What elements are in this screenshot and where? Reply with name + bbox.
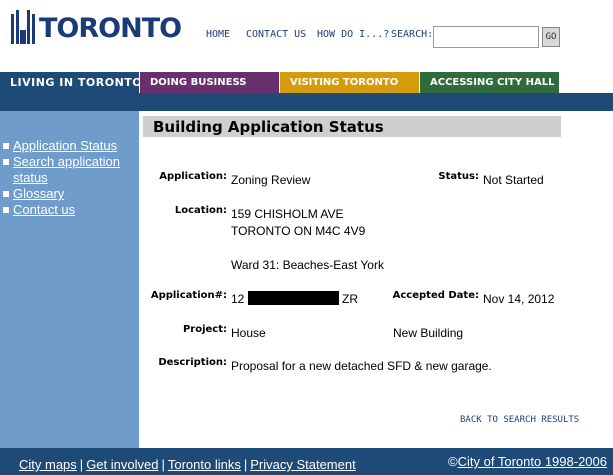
sidebar-item-contact-us: Contact us (3, 202, 139, 218)
description-value: Proposal for a new detached SFD & new ga… (231, 359, 492, 373)
redaction-bar (248, 291, 339, 305)
project-label: Project: (182, 324, 227, 335)
site-header: TORONTO HOME CONTACT US HOW DO I...? SEA… (0, 0, 613, 72)
bullet-icon (3, 143, 9, 149)
city-hall-icon (11, 10, 35, 44)
accepted-date-label: Accepted Date: (392, 290, 479, 301)
status-value: Not Started (483, 173, 544, 187)
application-number-label: Application#: (150, 290, 227, 301)
ward-value: Ward 31: Beaches-East York (231, 258, 384, 272)
application-number-suffix: ZR (342, 292, 358, 306)
sidebar-link[interactable]: Application Status (13, 138, 117, 154)
page-title: Building Application Status (143, 116, 561, 137)
bullet-icon (3, 191, 9, 197)
sidebar-link[interactable]: Search application status (13, 154, 139, 186)
go-button[interactable]: GO (542, 27, 560, 47)
tab-visiting-toronto[interactable]: VISITING TORONTO (280, 72, 419, 93)
footer-link-city-maps[interactable]: City maps (19, 457, 77, 472)
footer-links: City maps | Get involved | Toronto links | Pri… (19, 457, 356, 472)
location-label: Location: (174, 205, 227, 216)
sidebar: Application Status Search application st… (0, 111, 139, 475)
tab-accessing-city-hall[interactable]: ACCESSING CITY HALL (420, 72, 559, 93)
copyright-link[interactable]: City of Toronto 1998-2006 (458, 454, 607, 469)
main-content: Building Application Status Application:… (139, 111, 613, 448)
footer-link-toronto-links[interactable]: Toronto links (168, 457, 241, 472)
nav-how-link[interactable]: HOW DO I...? (317, 29, 389, 40)
sidebar-item-search-status: Search application status (3, 154, 139, 186)
sidebar-item-glossary: Glossary (3, 186, 139, 202)
sidebar-menu: Application Status Search application st… (0, 111, 139, 218)
project-type-value: House (231, 326, 266, 340)
tab-living-in-toronto[interactable]: LIVING IN TORONTO (0, 72, 142, 93)
toronto-logo[interactable]: TORONTO (10, 8, 182, 44)
accepted-date-value: Nov 14, 2012 (483, 292, 555, 306)
site-footer: City maps | Get involved | Toronto links | Pri… (0, 448, 613, 475)
nav-contact-link[interactable]: CONTACT US (246, 29, 306, 40)
description-label: Description: (158, 357, 227, 368)
footer-link-get-involved[interactable]: Get involved (86, 457, 158, 472)
bullet-icon (3, 207, 9, 213)
sidebar-link[interactable]: Glossary (13, 186, 64, 202)
copyright-symbol: © (448, 454, 458, 469)
sidebar-item-application-status: Application Status (3, 138, 139, 154)
separator: | (243, 457, 248, 472)
application-number-prefix: 12 (231, 292, 245, 306)
header-divider-bar (0, 93, 613, 111)
footer-link-privacy-statement[interactable]: Privacy Statement (250, 457, 356, 472)
separator: | (79, 457, 84, 472)
sidebar-link[interactable]: Contact us (13, 202, 75, 218)
status-label: Status: (438, 171, 479, 182)
location-line1: 159 CHISHOLM AVE (231, 207, 344, 221)
search-input[interactable] (433, 26, 539, 48)
bullet-icon (3, 159, 9, 165)
copyright: ©City of Toronto 1998-2006 (448, 454, 607, 469)
application-label: Application: (159, 171, 227, 182)
tab-doing-business[interactable]: DOING BUSINESS (140, 72, 279, 93)
location-line2: TORONTO ON M4C 4V9 (231, 224, 366, 238)
search-label: SEARCH: (391, 29, 434, 40)
section-tabs: LIVING IN TORONTO DOING BUSINESS VISITIN… (0, 72, 613, 93)
back-to-search-results-link[interactable]: BACK TO SEARCH RESULTS (460, 415, 579, 425)
project-work-value: New Building (393, 326, 464, 340)
application-value: Zoning Review (231, 173, 311, 187)
nav-home-link[interactable]: HOME (206, 29, 230, 40)
logo-text: TORONTO (39, 13, 182, 44)
separator: | (161, 457, 165, 472)
